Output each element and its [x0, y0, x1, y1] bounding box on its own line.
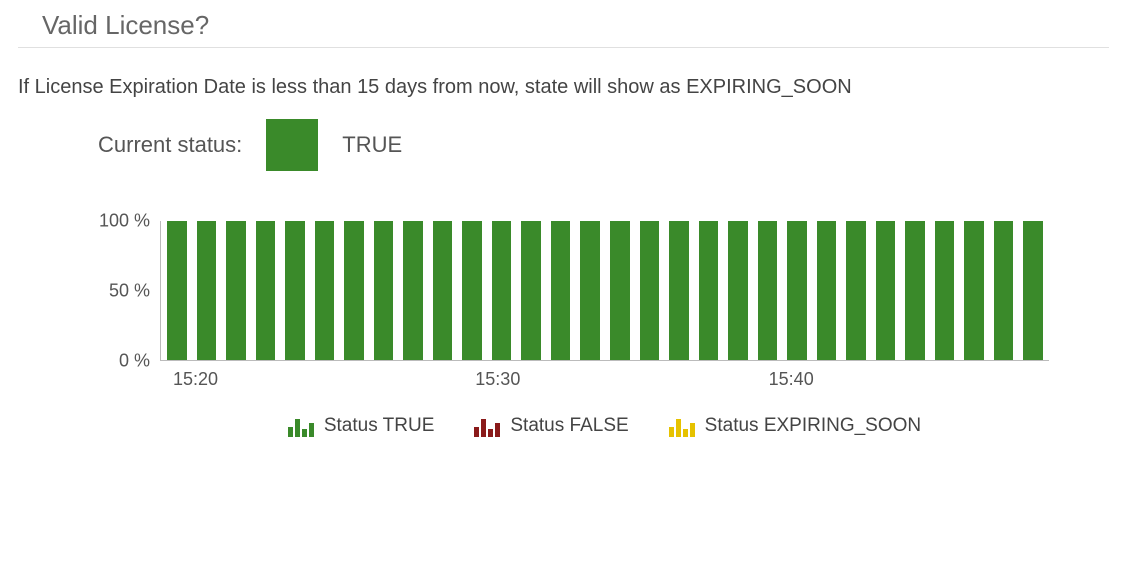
current-status-row: Current status: TRUE: [0, 109, 1127, 181]
bar[interactable]: [758, 221, 778, 360]
bar[interactable]: [315, 221, 335, 360]
bars-container: [161, 221, 1049, 360]
bar[interactable]: [226, 221, 246, 360]
bar[interactable]: [640, 221, 660, 360]
bar-chart[interactable]: 100 % 50 % 0 % 15:2015:3015:40: [40, 221, 1109, 391]
bar[interactable]: [787, 221, 807, 360]
bar[interactable]: [964, 221, 984, 360]
bar[interactable]: [374, 221, 394, 360]
y-tick-0: 0 %: [119, 351, 150, 372]
bar[interactable]: [935, 221, 955, 360]
bar[interactable]: [403, 221, 423, 360]
legend-label: Status EXPIRING_SOON: [705, 415, 921, 437]
x-tick: 15:40: [769, 369, 814, 390]
current-status-value: TRUE: [342, 132, 402, 158]
panel-description: If License Expiration Date is less than …: [0, 48, 1127, 109]
bar[interactable]: [492, 221, 512, 360]
y-tick-50: 50 %: [109, 281, 150, 302]
bar[interactable]: [285, 221, 305, 360]
bar[interactable]: [728, 221, 748, 360]
chart-panel: 100 % 50 % 0 % 15:20 15:30 15:40 Status TR…: [0, 181, 1127, 457]
bar[interactable]: [256, 221, 276, 360]
bar[interactable]: [551, 221, 571, 360]
bar[interactable]: [905, 221, 925, 360]
legend-icon: [669, 417, 695, 437]
bar[interactable]: [994, 221, 1014, 360]
legend-label: Status FALSE: [510, 415, 628, 437]
bar[interactable]: [699, 221, 719, 360]
bar[interactable]: [817, 221, 837, 360]
bar[interactable]: [846, 221, 866, 360]
bar[interactable]: [462, 221, 482, 360]
x-axis-labels: 15:20 15:30 15:40: [160, 369, 1049, 393]
legend-label: Status TRUE: [324, 415, 435, 437]
x-tick: 15:20: [173, 369, 218, 390]
bar[interactable]: [167, 221, 187, 360]
legend-icon: [474, 417, 500, 437]
legend-item[interactable]: Status FALSE: [474, 415, 628, 437]
legend-item[interactable]: Status EXPIRING_SOON: [669, 415, 921, 437]
legend-icon: [288, 417, 314, 437]
bar[interactable]: [669, 221, 689, 360]
bar[interactable]: [876, 221, 896, 360]
legend: Status TRUE Status FALSE Status EXPIRING_S…: [40, 391, 1109, 447]
panel-title: Valid License?: [18, 0, 1109, 48]
bar[interactable]: [580, 221, 600, 360]
bar[interactable]: [433, 221, 453, 360]
status-color-swatch: [266, 119, 318, 171]
plot-area: [160, 221, 1049, 361]
legend-item[interactable]: Status TRUE: [288, 415, 435, 437]
y-tick-100: 100 %: [99, 211, 150, 232]
bar[interactable]: [344, 221, 364, 360]
current-status-label: Current status:: [98, 132, 242, 158]
bar[interactable]: [610, 221, 630, 360]
bar[interactable]: [1023, 221, 1043, 360]
bar[interactable]: [521, 221, 541, 360]
x-tick: 15:30: [475, 369, 520, 390]
bar[interactable]: [197, 221, 217, 360]
